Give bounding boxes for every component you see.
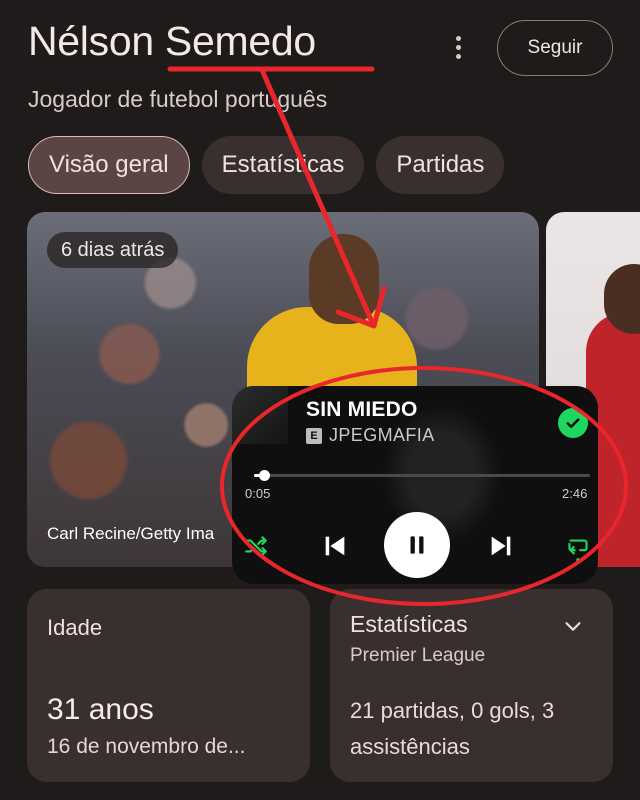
more-vert-icon <box>455 35 461 41</box>
age-card[interactable]: Idade 31 anos 16 de novembro de... <box>27 589 310 782</box>
skip-previous-icon <box>325 536 345 556</box>
elapsed-time: 0:05 <box>245 486 271 501</box>
pause-icon <box>410 536 424 554</box>
album-art <box>232 386 288 444</box>
check-icon <box>566 418 580 428</box>
stats-card[interactable]: Estatísticas Premier League 21 partidas,… <box>330 589 613 782</box>
previous-button[interactable] <box>318 529 352 563</box>
more-options-button[interactable] <box>444 30 472 64</box>
music-player-overlay[interactable]: SIN MIEDO E JPEGMAFIA 0:05 2:46 <box>232 386 598 584</box>
age-label: Idade <box>47 615 103 640</box>
stats-title: Estatísticas <box>350 611 468 637</box>
birth-date: 16 de novembro de... <box>47 735 246 758</box>
photo-credit: Carl Recine/Getty Ima <box>47 524 215 543</box>
stats-summary: 21 partidas, 0 gols, 3 assistências <box>350 698 555 759</box>
explicit-badge: E <box>306 428 322 444</box>
stats-league: Premier League <box>350 645 486 666</box>
follow-button[interactable]: Seguir <box>497 20 613 76</box>
skip-next-icon <box>491 536 511 556</box>
shuffle-button[interactable] <box>240 530 272 562</box>
tab-matches[interactable]: Partidas <box>376 136 505 194</box>
page-title: Nélson Semedo <box>28 18 316 64</box>
tab-stats[interactable]: Estatísticas <box>201 136 365 194</box>
next-button[interactable] <box>484 529 518 563</box>
song-title: SIN MIEDO <box>306 398 418 421</box>
time-badge: 6 dias atrás <box>47 232 179 268</box>
progress-handle[interactable] <box>259 470 271 481</box>
liked-button[interactable] <box>558 408 588 438</box>
page-subtitle: Jogador de futebol português <box>28 86 328 112</box>
pause-button[interactable] <box>384 512 450 578</box>
age-value: 31 anos <box>47 693 154 726</box>
artist-name: JPEGMAFIA <box>329 425 435 445</box>
chevron-down-icon[interactable] <box>562 615 584 637</box>
shuffle-icon <box>245 536 267 556</box>
repeat-button[interactable] <box>562 530 594 564</box>
tab-overview[interactable]: Visão geral <box>28 136 190 194</box>
progress-bar[interactable] <box>254 470 590 481</box>
total-duration: 2:46 <box>562 486 588 501</box>
repeat-icon <box>568 539 588 562</box>
tab-bar: Visão geral Estatísticas Partidas <box>28 136 505 194</box>
